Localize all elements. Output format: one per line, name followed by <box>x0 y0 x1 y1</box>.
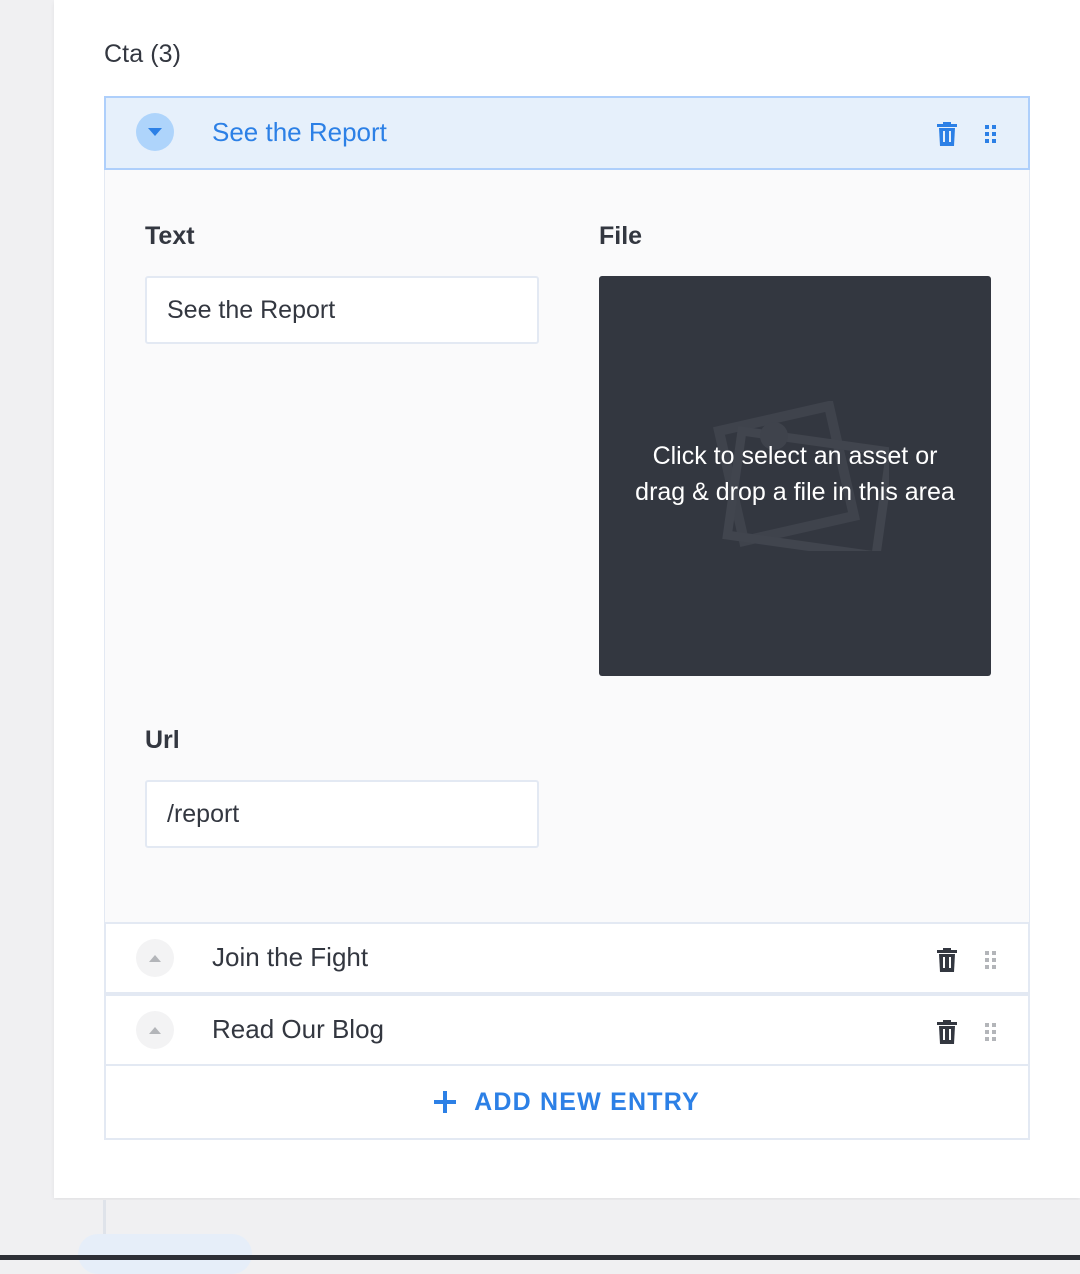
entry-header-expanded[interactable]: See the Report <box>104 96 1030 170</box>
caret-up-icon <box>149 1026 161 1034</box>
entry-header-collapsed[interactable]: Read Our Blog <box>104 994 1030 1066</box>
dropzone-line-1: Click to select an asset or <box>652 442 938 470</box>
plus-icon <box>434 1091 457 1113</box>
entry-header-collapsed[interactable]: Join the Fight <box>104 922 1030 994</box>
bottom-pill-partial <box>78 1234 252 1274</box>
entry-body: Text File Click to select an asset or dr… <box>104 170 1030 924</box>
trash-icon <box>937 1020 957 1044</box>
caret-down-icon <box>148 128 162 136</box>
drag-handle-button[interactable] <box>978 1018 1004 1046</box>
collapse-toggle-button[interactable] <box>136 113 174 151</box>
drag-handle-button[interactable] <box>978 946 1004 974</box>
entry-title: Read Our Blog <box>212 1014 384 1044</box>
text-input[interactable] <box>145 276 539 344</box>
page-background-strip <box>0 0 54 1200</box>
bottom-dark-bar <box>0 1255 1080 1260</box>
url-field-label: Url <box>145 726 180 754</box>
delete-entry-button[interactable] <box>934 946 960 974</box>
text-field-label: Text <box>145 222 195 250</box>
expand-toggle-button[interactable] <box>136 1011 174 1049</box>
dropzone-line-2: drag & drop a file in this area <box>635 478 955 506</box>
caret-up-icon <box>149 954 161 962</box>
drag-handle-icon <box>985 125 996 143</box>
connector-line <box>103 1200 106 1236</box>
expand-toggle-button[interactable] <box>136 939 174 977</box>
add-new-entry-label: ADD NEW ENTRY <box>474 1087 700 1116</box>
trash-icon <box>937 948 957 972</box>
delete-entry-button[interactable] <box>934 1018 960 1046</box>
drag-handle-button[interactable] <box>978 120 1004 148</box>
drag-handle-icon <box>985 951 996 969</box>
delete-entry-button[interactable] <box>934 120 960 148</box>
add-new-entry-button[interactable]: ADD NEW ENTRY <box>104 1066 1030 1140</box>
dropzone-instructions: Click to select an asset or drag & drop … <box>599 438 991 510</box>
file-field-label: File <box>599 222 643 250</box>
drag-handle-icon <box>985 1023 996 1041</box>
url-input[interactable] <box>145 780 539 848</box>
file-dropzone[interactable]: Click to select an asset or drag & drop … <box>599 276 991 676</box>
entry-title: See the Report <box>212 117 387 147</box>
section-title: Cta (3) <box>104 40 182 68</box>
trash-icon <box>937 122 957 146</box>
entry-title: Join the Fight <box>212 942 369 972</box>
